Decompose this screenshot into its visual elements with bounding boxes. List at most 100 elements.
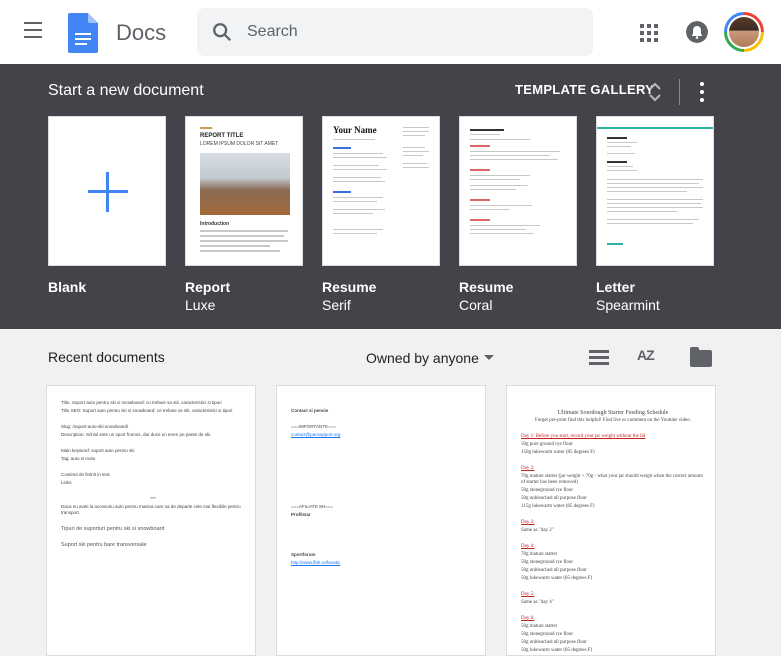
preview-day-heading: Day 3: xyxy=(521,520,535,525)
list-view-icon[interactable] xyxy=(589,350,609,366)
preview-heading: Tipuri de suporturi pentru ski si snowbo… xyxy=(61,526,165,532)
template-thumbnail[interactable]: REPORT TITLE LOREM IPSUM DOLOR SIT AMET … xyxy=(185,116,303,266)
notifications-bell-icon[interactable] xyxy=(686,21,708,43)
account-avatar[interactable] xyxy=(724,12,764,52)
recent-document-card[interactable]: Contact si pensie ===IMPORTANTE=== conta… xyxy=(276,385,486,656)
template-thumbnail[interactable] xyxy=(596,116,714,266)
preview-line: Daca nu aveti la accesoriu auto pentru m… xyxy=(61,504,241,515)
preview-line: Links xyxy=(61,480,72,485)
preview-line: 50g lukewarm water (85 degrees F) xyxy=(521,576,593,581)
preview-line: ===AFILIATE 8H=== xyxy=(291,504,333,509)
preview-line: Description: Schiul este un sport frumos… xyxy=(61,432,212,437)
report-title-text: REPORT TITLE xyxy=(200,133,244,139)
template-name: Letter xyxy=(596,279,635,295)
preview-line: 70g mature starter xyxy=(521,552,558,557)
folder-picker-icon[interactable] xyxy=(690,347,712,367)
preview-day-heading: Day 4: xyxy=(521,544,535,549)
preview-day-heading: Day 1: Before you start, record your jar… xyxy=(521,434,646,439)
preview-line: 115g lukewarm water (85 degrees F) xyxy=(521,504,595,509)
search-input[interactable] xyxy=(247,8,577,56)
template-subtitle: Serif xyxy=(322,297,351,313)
recent-document-card[interactable]: Titlu: Suport auto pentru ski si snowboa… xyxy=(46,385,256,656)
preview-link: contact@pansupport.org xyxy=(291,432,341,437)
template-resume-coral[interactable]: Resume Coral xyxy=(459,116,577,314)
template-letter-spearmint[interactable]: Letter Spearmint xyxy=(596,116,714,314)
preview-line: 50g stoneground rye flour xyxy=(521,632,574,637)
preview-day-heading: Day 2: xyxy=(521,466,535,471)
top-header: Docs xyxy=(0,0,781,64)
resume-name-text: Your Name xyxy=(333,125,377,135)
document-preview: Titlu: Suport auto pentru ski si snowboa… xyxy=(61,400,245,550)
day5-lines: Same as "day 4" xyxy=(521,600,705,606)
apps-grid-icon[interactable] xyxy=(640,24,658,42)
template-section: Start a new document TEMPLATE GALLERY Bl… xyxy=(0,64,781,329)
preview-line: 50g pure ground rye flour xyxy=(521,442,573,447)
preview-line: Tag: auto si moto xyxy=(61,456,96,461)
preview-title: Ultimate Sourdough Starter Feeding Sched… xyxy=(557,410,669,416)
template-name: Resume xyxy=(322,279,377,295)
preview-heading: Suport ski pentru bare transversale xyxy=(61,542,147,548)
day2-lines: 70g mature starter (jar weight + 70g - w… xyxy=(521,474,705,510)
preview-line: 50g unbleached all purpose flour xyxy=(521,640,587,645)
preview-line: ===IMPORTANTE=== xyxy=(291,424,336,429)
document-preview: Ultimate Sourdough Starter Feeding Sched… xyxy=(521,410,705,655)
recent-documents-heading: Recent documents xyxy=(48,349,165,365)
preview-link: http://www.ffah.ro/fanatic xyxy=(291,560,341,565)
day6-lines: 50g mature starter 50g stoneground rye fl… xyxy=(521,624,705,654)
sort-az-icon[interactable]: AZ xyxy=(637,347,655,363)
preview-line: Titlu SEO: Suport auto pentru ski si sno… xyxy=(61,408,233,413)
template-subtitle: Spearmint xyxy=(596,297,660,313)
preview-line: 50g lukewarm water (85 degrees F) xyxy=(521,648,593,653)
template-name: Report xyxy=(185,279,231,295)
preview-line: 50g unbleached all purpose flour xyxy=(521,496,587,501)
report-intro-text: Introduction xyxy=(200,221,230,227)
day1-lines: 50g pure ground rye flour 150g lukewarm w… xyxy=(521,442,705,456)
preview-line: Forget pre-print find this helpful! Find… xyxy=(534,418,691,423)
day3-lines: Same as "day 2" xyxy=(521,528,705,534)
template-name: Blank xyxy=(48,279,87,295)
expand-collapse-icon[interactable] xyxy=(648,80,662,104)
divider xyxy=(679,79,680,105)
search-icon[interactable] xyxy=(211,21,233,43)
template-report-luxe[interactable]: REPORT TITLE LOREM IPSUM DOLOR SIT AMET … xyxy=(185,116,303,314)
preview-line: Same as "day 4" xyxy=(521,600,554,605)
document-preview: Contact si pensie ===IMPORTANTE=== conta… xyxy=(291,408,475,568)
preview-line: Contact si pensie xyxy=(291,408,329,413)
preview-day-heading: Day 5: xyxy=(521,592,535,597)
template-name: Resume xyxy=(459,279,514,295)
preview-day-heading: Day 6: xyxy=(521,616,535,621)
preview-line: *** xyxy=(150,496,156,501)
template-thumbnail[interactable]: Your Name xyxy=(322,116,440,266)
template-blank[interactable]: Blank xyxy=(48,116,166,296)
template-subtitle: Luxe xyxy=(185,297,216,313)
preview-line: Continut de fintnit in text: xyxy=(61,472,111,477)
main-menu-icon[interactable] xyxy=(24,22,46,42)
preview-line: Sportforum xyxy=(291,552,316,557)
preview-line: 50g mature starter xyxy=(521,624,558,629)
preview-line: 150g lukewarm water (85 degrees F) xyxy=(521,450,595,455)
app-title[interactable]: Docs xyxy=(116,20,166,46)
preview-line: Titlu: Suport auto pentru ski si snowboa… xyxy=(61,400,222,405)
report-photo xyxy=(200,153,290,215)
template-subtitle: Coral xyxy=(459,297,493,313)
owner-filter-dropdown[interactable]: Owned by anyone xyxy=(366,350,479,366)
dropdown-caret-icon[interactable] xyxy=(484,355,494,360)
preview-line: Profilstar xyxy=(291,512,311,517)
template-thumbnail[interactable] xyxy=(459,116,577,266)
search-bar[interactable] xyxy=(197,8,593,56)
plus-icon xyxy=(88,172,128,212)
preview-line: 70g mature starter (jar weight + 70g - w… xyxy=(521,474,703,485)
template-resume-serif[interactable]: Your Name Resume Serif xyxy=(322,116,440,314)
preview-line: 50g unbleached all purpose flour xyxy=(521,568,587,573)
preview-line: Same as "day 2" xyxy=(521,528,554,533)
preview-line: Slug: /suport-auto-ski-snowboard/ xyxy=(61,424,129,429)
recent-document-card[interactable]: Ultimate Sourdough Starter Feeding Sched… xyxy=(506,385,716,656)
report-subtitle-text: LOREM IPSUM DOLOR SIT AMET xyxy=(200,141,279,147)
preview-line: 50g stoneground rye flour xyxy=(521,560,574,565)
docs-logo-icon[interactable] xyxy=(68,13,98,53)
template-thumbnail[interactable] xyxy=(48,116,166,266)
more-options-icon[interactable] xyxy=(696,82,708,104)
day4-lines: 70g mature starter 50g stoneground rye fl… xyxy=(521,552,705,582)
start-new-document-heading: Start a new document xyxy=(48,82,204,99)
template-gallery-button[interactable]: TEMPLATE GALLERY xyxy=(515,82,654,97)
